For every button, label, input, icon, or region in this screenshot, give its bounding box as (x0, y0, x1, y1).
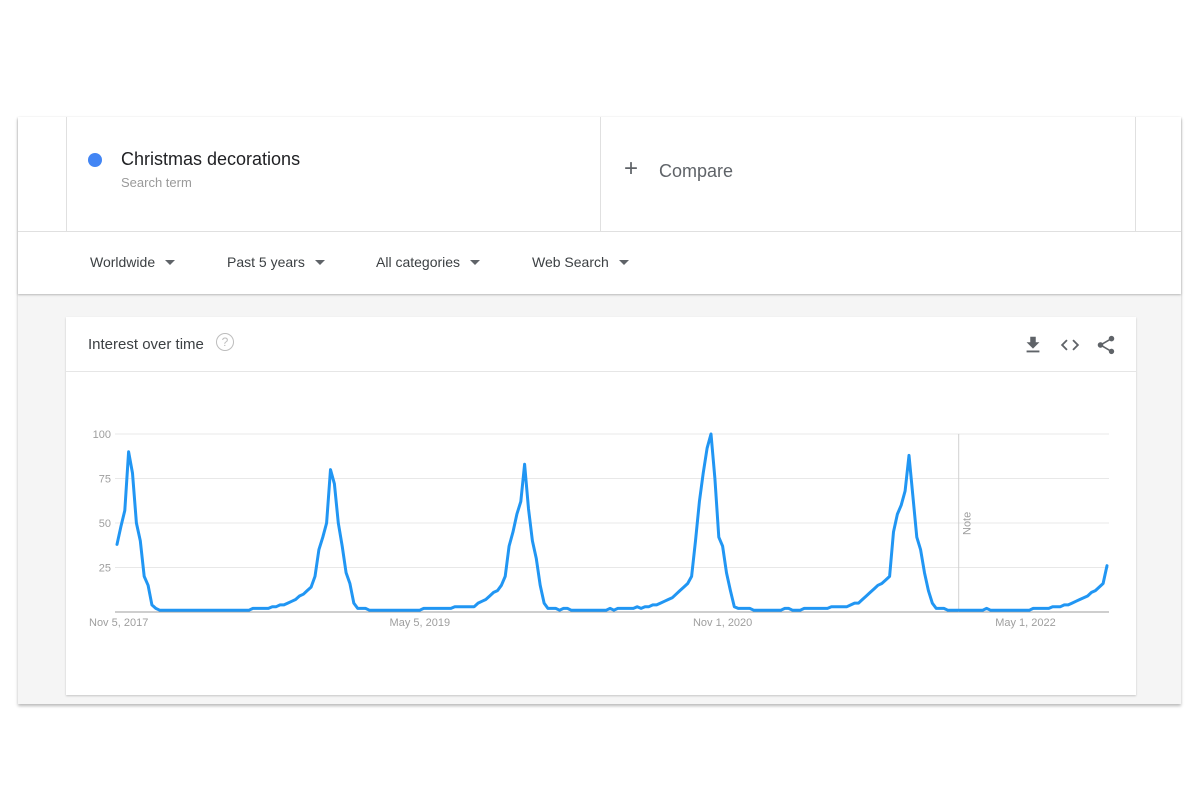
search-terms-row: Christmas decorations Search term + Comp… (18, 117, 1181, 232)
caret-down-icon (314, 259, 325, 265)
region-filter-dropdown[interactable]: Worldwide (90, 254, 176, 270)
caret-down-icon (618, 259, 629, 265)
x-tick-label: May 5, 2019 (390, 617, 451, 629)
y-tick-label: 75 (99, 474, 111, 486)
time-range-filter-dropdown[interactable]: Past 5 years (227, 254, 325, 270)
caret-down-icon (470, 259, 481, 265)
search-term-name[interactable]: Christmas decorations (121, 149, 300, 170)
category-filter-dropdown[interactable]: All categories (376, 254, 481, 270)
interest-over-time-card: Interest over time ? 25 50 75 100 Nov 5, 20… (66, 317, 1136, 695)
x-tick-label: May 1, 2022 (995, 617, 1056, 629)
plus-icon: + (624, 155, 639, 182)
region-filter-label: Worldwide (90, 254, 156, 270)
search-type-filter-dropdown[interactable]: Web Search (532, 254, 629, 270)
search-type-filter-label: Web Search (532, 254, 609, 270)
x-tick-label: Nov 5, 2017 (89, 617, 148, 629)
filter-bar: Worldwide Past 5 years All categories We… (18, 232, 1181, 294)
y-tick-label: 100 (93, 429, 111, 441)
time-range-filter-label: Past 5 years (227, 254, 305, 270)
search-term-card[interactable]: Christmas decorations Search term (66, 117, 601, 231)
note-annotation[interactable]: Note (962, 512, 974, 535)
category-filter-label: All categories (376, 254, 461, 270)
interest-line-chart[interactable]: 25 50 75 100 Nov 5, 2017 May 5, 2019 Nov 1, 2… (66, 317, 1136, 695)
compare-button[interactable]: + Compare (600, 117, 1136, 231)
series-color-dot-icon (88, 153, 102, 167)
caret-down-icon (165, 259, 176, 265)
compare-label: Compare (659, 161, 734, 181)
y-tick-label: 25 (99, 563, 111, 575)
search-term-subtitle: Search term (121, 175, 192, 190)
y-tick-label: 50 (99, 518, 111, 530)
explore-header: Christmas decorations Search term + Comp… (18, 117, 1181, 294)
trends-container: Christmas decorations Search term + Comp… (18, 117, 1181, 704)
x-tick-label: Nov 1, 2020 (693, 617, 752, 629)
